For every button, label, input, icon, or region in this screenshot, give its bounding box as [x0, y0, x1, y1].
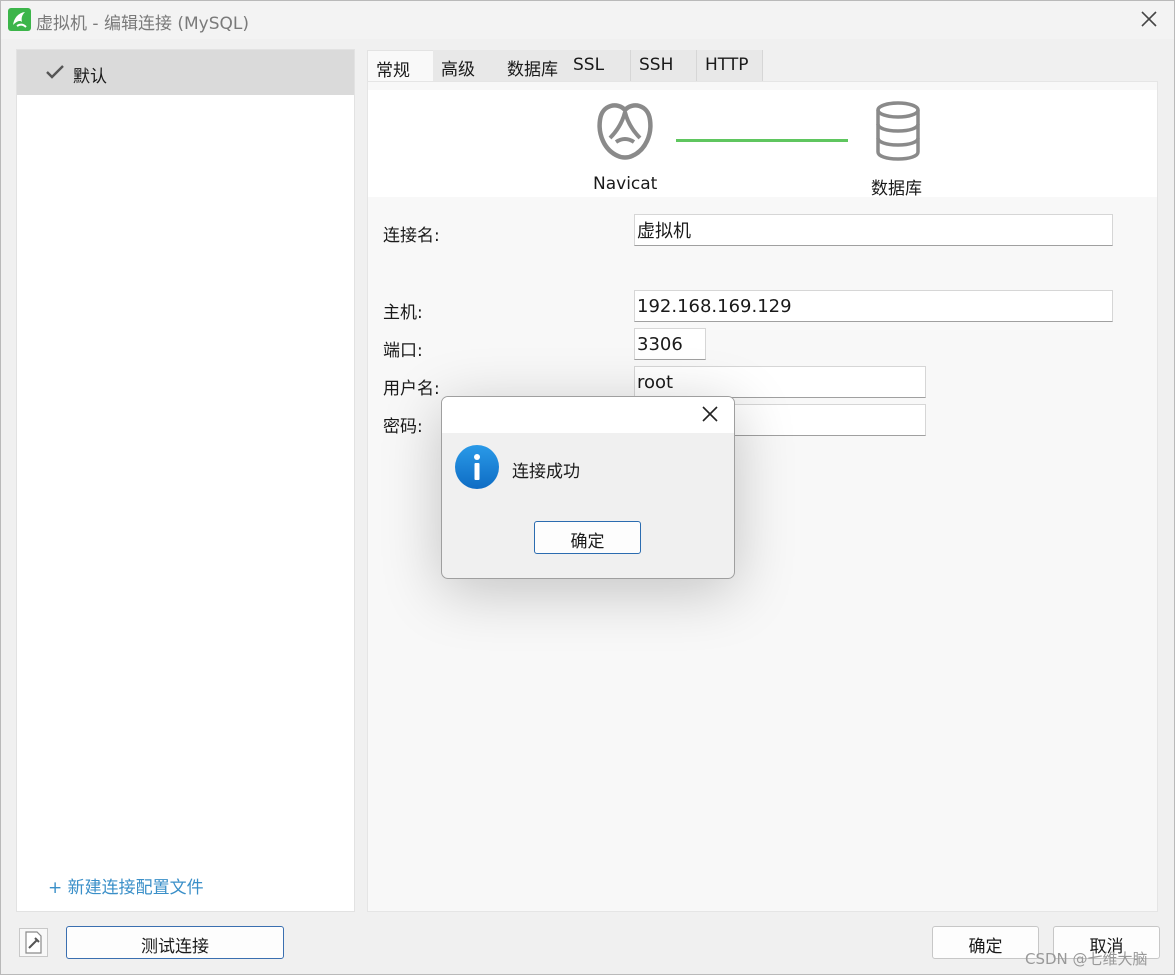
- profile-item-default[interactable]: 默认: [17, 50, 354, 95]
- success-dialog: 连接成功 确定: [441, 396, 735, 579]
- profile-label: 默认: [73, 67, 107, 87]
- navicat-label: Navicat: [593, 174, 658, 194]
- profile-settings-button[interactable]: [19, 928, 48, 957]
- database-label: 数据库: [871, 179, 922, 199]
- watermark: CSDN @七维大脑: [1025, 950, 1148, 968]
- checkmark-icon: [46, 65, 64, 79]
- port-input[interactable]: [634, 328, 706, 360]
- connection-line: [676, 139, 848, 142]
- close-icon[interactable]: [1137, 7, 1161, 31]
- navicat-logo-icon: [597, 103, 653, 160]
- database-icon: [876, 101, 920, 161]
- connection-name-input[interactable]: [634, 214, 1113, 246]
- password-label: 密码:: [383, 417, 423, 437]
- ok-button[interactable]: 确定: [932, 926, 1039, 959]
- username-input[interactable]: [634, 366, 926, 398]
- tab-database[interactable]: 数据库: [499, 50, 567, 81]
- wrench-icon: [25, 931, 42, 954]
- username-label: 用户名:: [383, 379, 440, 399]
- info-icon: [455, 445, 499, 489]
- close-icon[interactable]: [699, 403, 721, 425]
- port-label: 端口:: [383, 341, 423, 361]
- dialog-header: [442, 397, 734, 433]
- tab-ssl[interactable]: SSL: [565, 50, 631, 81]
- host-label: 主机:: [383, 303, 423, 323]
- dialog-message: 连接成功: [512, 462, 580, 482]
- connection-diagram: Navicat 数据库: [368, 90, 1157, 199]
- tab-http[interactable]: HTTP: [697, 50, 763, 81]
- window-title: 虚拟机 - 编辑连接 (MySQL): [36, 14, 249, 34]
- new-profile-link[interactable]: + 新建连接配置文件: [48, 873, 204, 898]
- host-input[interactable]: [634, 290, 1113, 322]
- navicat-app-icon: [8, 8, 31, 31]
- title-bar: 虚拟机 - 编辑连接 (MySQL): [1, 1, 1174, 39]
- profile-list: 默认 + 新建连接配置文件: [16, 49, 355, 912]
- connection-name-label: 连接名:: [383, 226, 440, 246]
- tab-ssh[interactable]: SSH: [631, 50, 697, 81]
- test-connection-button[interactable]: 测试连接: [66, 926, 284, 959]
- dialog-ok-button[interactable]: 确定: [534, 521, 641, 554]
- tab-general[interactable]: 常规: [367, 50, 437, 81]
- tab-advanced[interactable]: 高级: [433, 50, 501, 81]
